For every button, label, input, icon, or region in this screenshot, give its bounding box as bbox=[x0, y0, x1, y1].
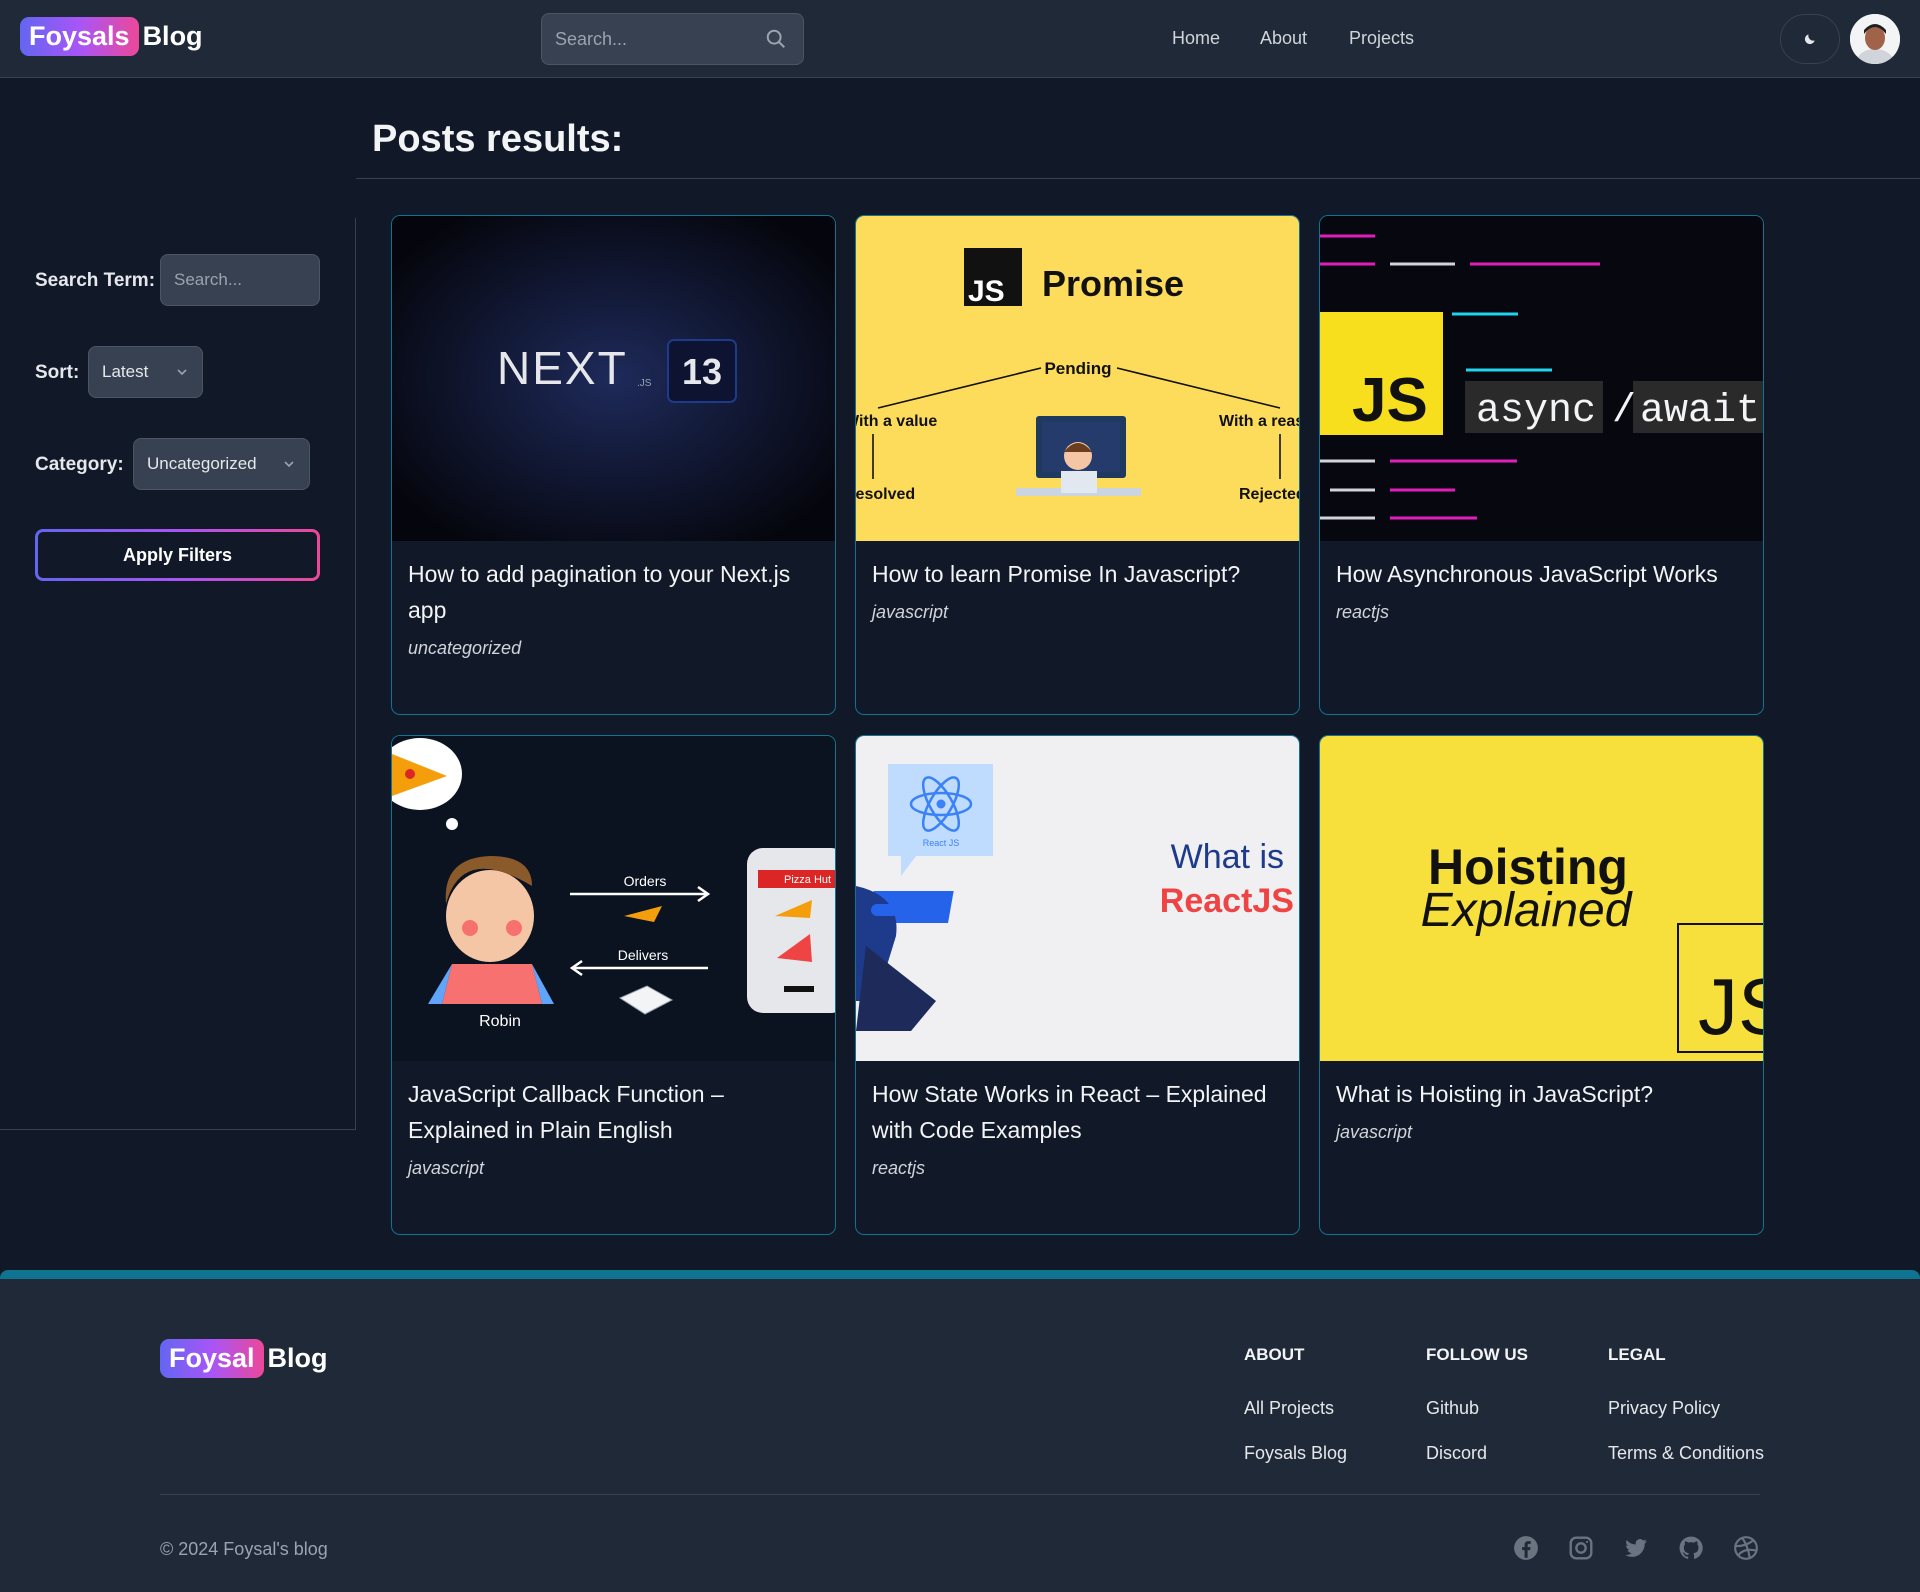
svg-text:Orders: Orders bbox=[624, 873, 667, 889]
page-title: Posts results: bbox=[372, 118, 624, 160]
category-label: Category: bbox=[35, 454, 124, 475]
nav-projects[interactable]: Projects bbox=[1349, 28, 1414, 49]
footer-heading-legal: LEGAL bbox=[1608, 1345, 1666, 1364]
footer-link-all-projects[interactable]: All Projects bbox=[1244, 1398, 1334, 1419]
post-thumbnail: React JS What is ReactJS bbox=[856, 736, 1299, 1061]
svg-text:JS: JS bbox=[1352, 366, 1428, 435]
svg-text:Delivers: Delivers bbox=[618, 947, 669, 963]
site-logo[interactable]: Foysals Blog bbox=[20, 17, 203, 56]
svg-text:Rejected: Rejected bbox=[1239, 486, 1300, 503]
post-category: reactjs bbox=[1336, 602, 1390, 622]
category-select[interactable]: Uncategorized bbox=[133, 438, 310, 490]
post-title[interactable]: How to learn Promise In Javascript? bbox=[872, 556, 1287, 592]
header-search-input[interactable] bbox=[542, 14, 757, 64]
logo-badge: Foysals bbox=[20, 17, 139, 56]
post-card[interactable]: React JS What is ReactJS How State Works… bbox=[855, 735, 1300, 1235]
svg-text:Pizza Hut: Pizza Hut bbox=[784, 874, 831, 886]
svg-text:ReactJS: ReactJS bbox=[1160, 882, 1294, 920]
footer-heading-follow-us: FOLLOW US bbox=[1426, 1345, 1528, 1364]
search-term-input[interactable]: Search... bbox=[160, 254, 320, 306]
post-category: javascript bbox=[872, 602, 949, 622]
post-card[interactable]: JS async / await How Asynchronous JavaSc… bbox=[1319, 215, 1764, 715]
site-footer: Foysal Blog ABOUT All Projects Foysals B… bbox=[0, 1270, 1920, 1592]
post-title[interactable]: What is Hoisting in JavaScript? bbox=[1336, 1076, 1751, 1112]
post-category: javascript bbox=[408, 1158, 485, 1178]
category-selected-value: Uncategorized bbox=[147, 454, 257, 473]
instagram-icon[interactable] bbox=[1568, 1535, 1594, 1561]
header-search bbox=[541, 13, 804, 65]
search-term-placeholder: Search... bbox=[174, 270, 243, 289]
copyright-text: © 2024 Foysal's blog bbox=[160, 1539, 328, 1559]
user-avatar[interactable] bbox=[1850, 14, 1900, 64]
post-thumbnail: JS async / await bbox=[1320, 216, 1763, 541]
post-card[interactable]: Robin Orders Delivers Pizza Hut JavaScri… bbox=[391, 735, 836, 1235]
svg-text:React JS: React JS bbox=[923, 838, 960, 848]
footer-link-terms[interactable]: Terms & Conditions bbox=[1608, 1443, 1764, 1464]
logo-text: Blog bbox=[142, 21, 203, 51]
twitter-icon[interactable] bbox=[1623, 1535, 1649, 1561]
post-title[interactable]: JavaScript Callback Function –Explained … bbox=[408, 1076, 823, 1148]
moon-icon bbox=[1804, 34, 1815, 45]
chevron-down-icon bbox=[177, 369, 187, 376]
svg-text:async: async bbox=[1476, 389, 1596, 434]
top-navbar: Foysals Blog Home About Projects bbox=[0, 0, 1920, 78]
footer-link-privacy-policy[interactable]: Privacy Policy bbox=[1608, 1398, 1720, 1419]
search-icon[interactable] bbox=[765, 28, 787, 50]
svg-text:Robin: Robin bbox=[479, 1013, 521, 1030]
post-card[interactable]: Hoisting Explained JS What is Hoisting i… bbox=[1319, 735, 1764, 1235]
post-thumbnail: Hoisting Explained JS bbox=[1320, 736, 1764, 1061]
post-thumbnail: JS Promise Pending With a value With a r… bbox=[856, 216, 1300, 541]
post-title[interactable]: How Asynchronous JavaScript Works bbox=[1336, 556, 1751, 592]
svg-text:Explained: Explained bbox=[1421, 884, 1633, 937]
sort-label: Sort: bbox=[35, 362, 80, 383]
search-term-label: Search Term: bbox=[35, 270, 156, 291]
nav-about[interactable]: About bbox=[1260, 28, 1307, 49]
svg-text:.JS: .JS bbox=[637, 378, 652, 389]
post-category: javascript bbox=[1336, 1122, 1413, 1142]
post-title[interactable]: How State Works in React – Explained wit… bbox=[872, 1076, 1287, 1148]
footer-heading-about: ABOUT bbox=[1244, 1345, 1305, 1364]
post-category: uncategorized bbox=[408, 638, 522, 658]
avatar-image bbox=[1850, 14, 1900, 64]
title-divider bbox=[356, 178, 1920, 179]
dribbble-icon[interactable] bbox=[1733, 1535, 1759, 1561]
sort-select[interactable]: Latest bbox=[88, 346, 203, 398]
svg-text:With a reason: With a reason bbox=[1219, 413, 1300, 430]
post-title[interactable]: How to add pagination to your Next.js ap… bbox=[408, 556, 823, 628]
svg-text:With a value: With a value bbox=[856, 413, 937, 430]
facebook-icon[interactable] bbox=[1513, 1535, 1539, 1561]
footer-divider bbox=[160, 1494, 1760, 1495]
svg-text:NEXT: NEXT bbox=[497, 342, 628, 394]
filter-sidebar: Search Term: Search... Sort: Latest Cate… bbox=[0, 218, 356, 1130]
logo-badge: Foysal bbox=[160, 1339, 264, 1378]
post-category: reactjs bbox=[872, 1158, 926, 1178]
svg-text:/: / bbox=[1612, 389, 1636, 434]
footer-link-foysals-blog[interactable]: Foysals Blog bbox=[1244, 1443, 1347, 1464]
post-card[interactable]: JS Promise Pending With a value With a r… bbox=[855, 215, 1300, 715]
svg-text:Resolved: Resolved bbox=[856, 486, 915, 503]
svg-text:Promise: Promise bbox=[1042, 263, 1184, 304]
svg-text:JS: JS bbox=[968, 275, 1005, 308]
svg-text:JS: JS bbox=[1698, 962, 1764, 1051]
logo-text: Blog bbox=[267, 1343, 328, 1373]
apply-filters-button[interactable]: Apply Filters bbox=[35, 529, 320, 581]
post-thumbnail: Robin Orders Delivers Pizza Hut bbox=[392, 736, 835, 1061]
svg-text:await: await bbox=[1640, 389, 1760, 434]
post-thumbnail: NEXT .JS 13 bbox=[392, 216, 835, 541]
post-card[interactable]: NEXT .JS 13 How to add pagination to you… bbox=[391, 215, 836, 715]
svg-text:Pending: Pending bbox=[1044, 359, 1111, 378]
theme-toggle-button[interactable] bbox=[1780, 14, 1840, 64]
sort-selected-value: Latest bbox=[102, 362, 149, 381]
footer-link-discord[interactable]: Discord bbox=[1426, 1443, 1487, 1464]
github-icon[interactable] bbox=[1678, 1535, 1704, 1561]
nav-home[interactable]: Home bbox=[1172, 28, 1220, 49]
svg-text:What is: What is bbox=[1171, 838, 1284, 876]
footer-logo[interactable]: Foysal Blog bbox=[160, 1339, 328, 1378]
svg-text:13: 13 bbox=[682, 351, 722, 392]
chevron-down-icon bbox=[284, 461, 294, 468]
footer-link-github[interactable]: Github bbox=[1426, 1398, 1479, 1419]
